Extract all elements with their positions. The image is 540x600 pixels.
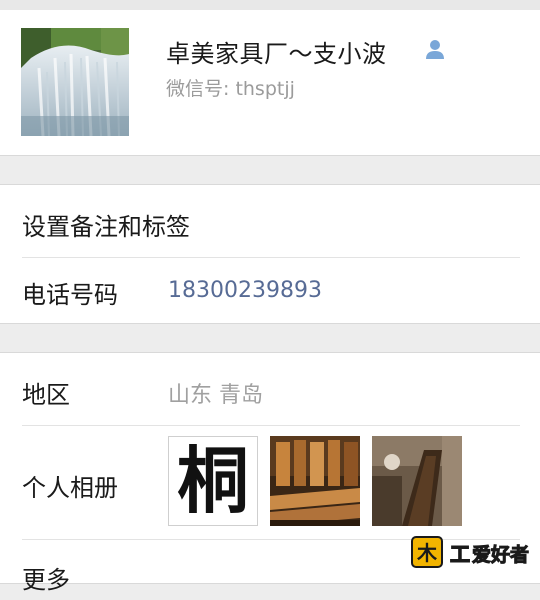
person-icon [424, 38, 446, 60]
watermark-logo: 木 工 爱好者 [408, 531, 532, 571]
svg-text:爱好者: 爱好者 [472, 543, 529, 566]
remark-label: 设置备注和标签 [22, 213, 190, 241]
album-photo-showroom[interactable] [270, 436, 360, 526]
avatar[interactable] [21, 28, 129, 136]
album-photo-calligraphy[interactable]: 桐 [168, 436, 258, 526]
contact-name: 卓美家具厂～支小波 [166, 40, 387, 68]
svg-text:工: 工 [450, 542, 470, 566]
album-label: 个人相册 [22, 474, 118, 502]
more-label: 更多 [22, 566, 70, 594]
phone-row[interactable]: 电话号码 18300239893 [0, 258, 540, 323]
profile-header[interactable]: 卓美家具厂～支小波 微信号: thsptjj [0, 10, 540, 156]
wechat-id: 微信号: thsptjj [166, 78, 295, 100]
remark-row[interactable]: 设置备注和标签 [0, 185, 540, 257]
album-row[interactable]: 个人相册 桐 [0, 426, 540, 538]
phone-number-link[interactable]: 18300239893 [168, 278, 322, 303]
phone-label: 电话号码 [22, 281, 118, 309]
contact-info-section: 设置备注和标签 电话号码 18300239893 [0, 184, 540, 324]
top-edge [0, 0, 540, 10]
calligraphy-character: 桐 [176, 438, 249, 523]
region-value: 山东 青岛 [168, 383, 263, 408]
svg-text:木: 木 [416, 541, 438, 565]
region-label: 地区 [22, 381, 70, 409]
album-photo-slab-table[interactable] [372, 436, 462, 526]
region-row: 地区 山东 青岛 [0, 353, 540, 425]
